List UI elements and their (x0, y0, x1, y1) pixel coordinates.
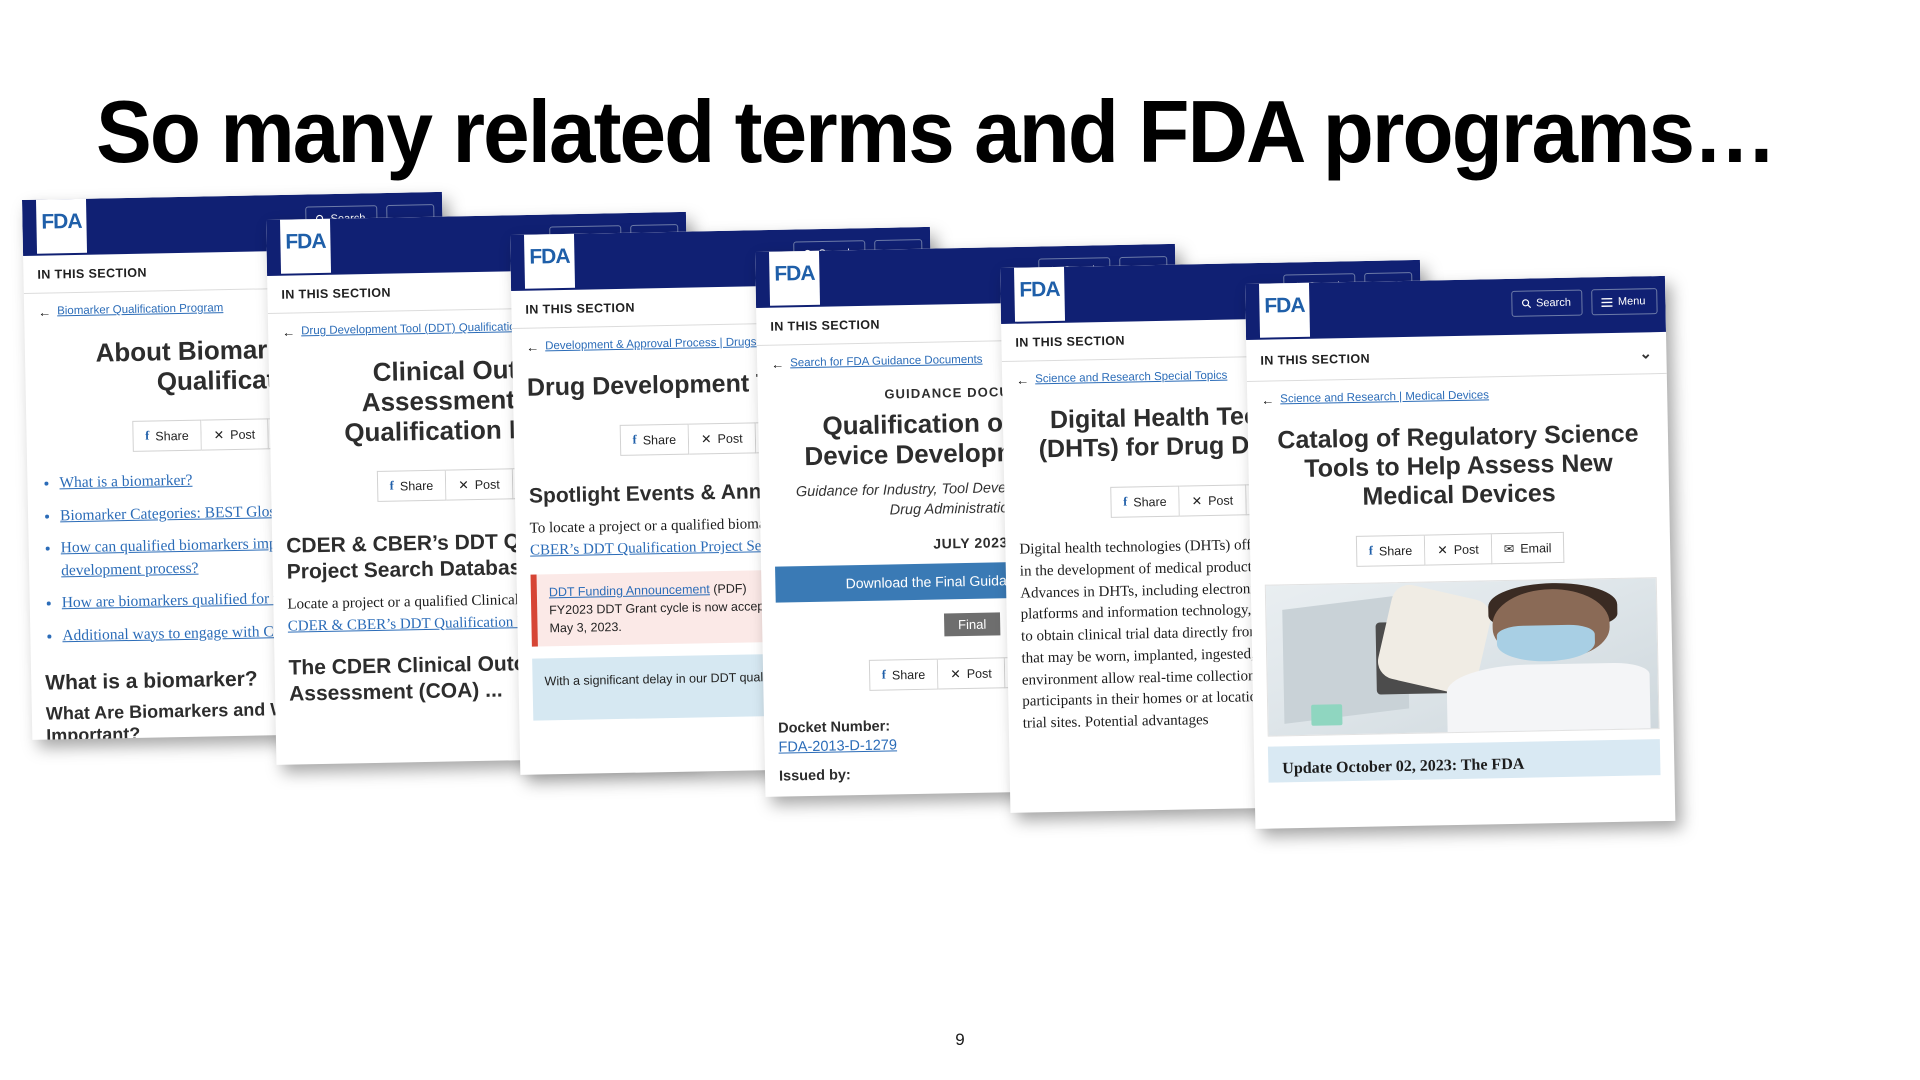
fda-header-bar: FDA Search Menu (1245, 275, 1666, 340)
breadcrumb-link[interactable]: Development & Approval Process | Drugs (545, 336, 757, 352)
screenshot-card-rst[interactable]: FDA Search Menu IN THIS SECTION ⌄ ← Scie… (1245, 275, 1676, 829)
fda-logo[interactable]: FDA (1258, 275, 1311, 338)
fda-logo[interactable]: FDA (523, 226, 576, 289)
x-icon: ✕ (700, 432, 712, 447)
breadcrumb-link[interactable]: Search for FDA Guidance Documents (790, 354, 983, 370)
scientist-with-microscope-photo (1264, 577, 1660, 737)
facebook-icon: f (1122, 494, 1128, 509)
facebook-icon: f (881, 668, 887, 683)
page-number: 9 (955, 1030, 965, 1049)
update-text: Update October 02, 2023: The FDA (1282, 755, 1525, 778)
alert-link[interactable]: DDT Funding Announcement (549, 582, 710, 599)
x-icon: ✕ (213, 428, 225, 443)
envelope-icon: ✉ (1503, 541, 1515, 557)
post-button[interactable]: ✕ Post (1179, 484, 1247, 517)
breadcrumb-link[interactable]: Science and Research Special Topics (1035, 370, 1227, 386)
x-icon: ✕ (1191, 494, 1203, 509)
facebook-icon: f (1368, 543, 1374, 558)
update-notice: Update October 02, 2023: The FDA (1267, 739, 1661, 783)
email-button[interactable]: ✉Email (1491, 531, 1565, 565)
search-icon (1521, 299, 1531, 309)
status-badge: Final (943, 612, 1001, 637)
fda-logo[interactable]: FDA (279, 211, 332, 274)
card-heading: Catalog of Regulatory Science Tools to H… (1277, 419, 1639, 511)
post-button[interactable]: ✕ Post (937, 657, 1006, 690)
back-arrow-icon: ← (771, 356, 785, 372)
share-row: fShare ✕Post ✉Email (1250, 530, 1671, 569)
back-arrow-icon: ← (1261, 392, 1275, 408)
breadcrumb-link[interactable]: Biomarker Qualification Program (57, 302, 223, 317)
fda-logo[interactable]: FDA (35, 191, 88, 254)
post-button[interactable]: ✕ Post (445, 468, 514, 502)
header-buttons: Search Menu (1510, 288, 1658, 317)
x-icon: ✕ (950, 667, 961, 682)
docket-number-link[interactable]: FDA-2013-D-1279 (764, 738, 911, 757)
screenshot-deck: FDA Search IN THIS SECTION ← Biomarker Q… (0, 0, 1920, 1080)
post-button[interactable]: ✕ Post (688, 422, 756, 455)
share-button[interactable]: f Share (619, 423, 690, 456)
x-icon: ✕ (458, 478, 469, 493)
chevron-down-icon[interactable]: ⌄ (1639, 344, 1652, 362)
share-button[interactable]: f Share (1109, 485, 1180, 518)
facebook-icon: f (389, 479, 395, 494)
menu-button[interactable]: Menu (1591, 288, 1658, 316)
back-arrow-icon: ← (1016, 372, 1030, 388)
back-arrow-icon: ← (38, 304, 52, 320)
x-icon: ✕ (1437, 543, 1448, 558)
back-arrow-icon: ← (526, 339, 540, 355)
hamburger-icon (1601, 297, 1613, 307)
share-button[interactable]: f Share (868, 658, 939, 692)
breadcrumb-link[interactable]: Science and Research | Medical Devices (1280, 389, 1489, 405)
facebook-icon: f (145, 428, 150, 443)
facebook-icon: f (632, 432, 637, 447)
fda-logo[interactable]: FDA (768, 243, 821, 306)
back-arrow-icon: ← (282, 324, 296, 340)
post-button[interactable]: ✕ Post (201, 418, 269, 451)
share-button[interactable]: f Share (376, 470, 447, 503)
share-button[interactable]: f Share (1355, 534, 1426, 567)
search-button[interactable]: Search (1510, 289, 1584, 317)
fda-logo[interactable]: FDA (1013, 259, 1066, 322)
post-button[interactable]: ✕ Post (1424, 533, 1493, 566)
share-button[interactable]: f Share (131, 419, 202, 453)
